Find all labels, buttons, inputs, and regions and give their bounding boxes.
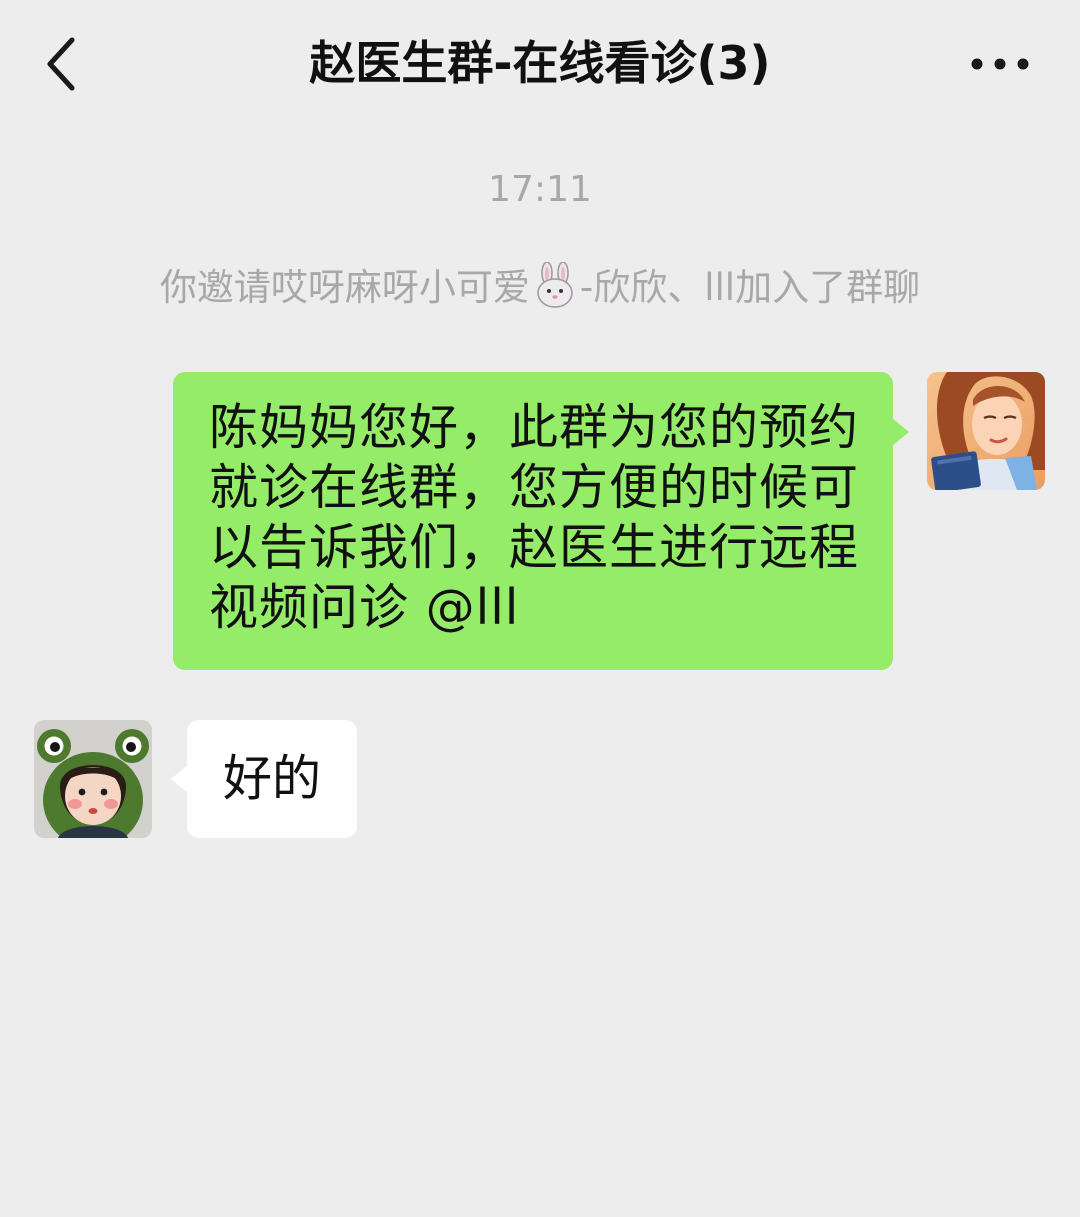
message-timestamp: 17:11 (488, 169, 592, 210)
system-message-prefix: 你邀请哎呀麻呀小可爱 (159, 266, 530, 309)
system-message-suffix: -欣欣、lll加入了群聊 (579, 266, 921, 309)
back-button[interactable] (30, 24, 100, 104)
outgoing-message-text: 陈妈妈您好，此群为您的预约 就诊在线群，您方便的时候可 以告诉我们，赵医生进行远… (209, 398, 859, 638)
ellipsis-icon (971, 58, 1029, 70)
message-line: 就诊在线群，您方便的时候可 (209, 459, 860, 516)
rabbit-icon (532, 261, 578, 308)
message-line: 陈妈妈您好，此群为您的预约 (209, 399, 860, 456)
chevron-left-icon (47, 37, 75, 91)
self-avatar[interactable] (927, 372, 1045, 490)
contact-avatar[interactable] (34, 720, 152, 838)
message-line: 视频问诊 @lll (209, 579, 520, 636)
more-button[interactable] (960, 40, 1040, 88)
navigation-bar: 赵医生群-在线看诊(3) (0, 0, 1080, 130)
outgoing-message-bubble[interactable]: 陈妈妈您好，此群为您的预约 就诊在线群，您方便的时候可 以告诉我们，赵医生进行远… (173, 372, 909, 670)
message-line: 以告诉我们，赵医生进行远程 (209, 519, 860, 576)
incoming-message-text: 好的 (223, 750, 322, 807)
chat-title: 赵医生群-在线看诊(3) (309, 36, 771, 90)
system-message: 你邀请哎呀麻呀小可爱 -欣欣、lll加入了群聊 (0, 260, 1080, 316)
incoming-message-bubble[interactable]: 好的 (171, 720, 357, 838)
